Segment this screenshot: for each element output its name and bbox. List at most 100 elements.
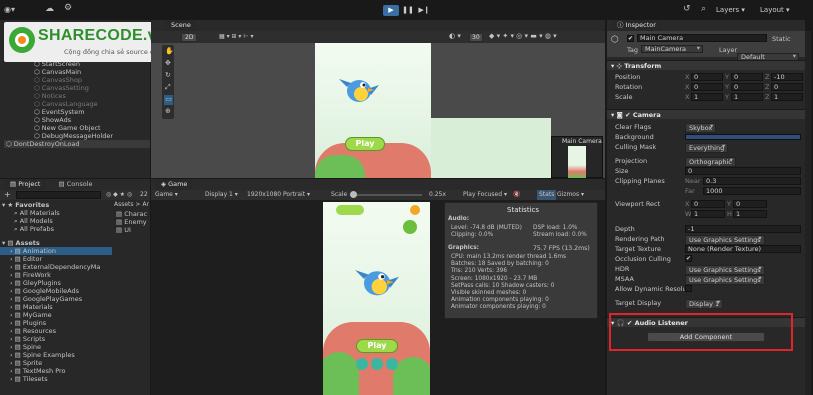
viewport-y-field[interactable]: 0 — [733, 200, 767, 208]
camera-header[interactable]: ▾ ◙ ✔ Camera — [607, 109, 805, 119]
game-screen[interactable]: Play — [323, 202, 430, 395]
game-view-select[interactable]: Game ▾ — [155, 190, 178, 200]
mute-audio-icon[interactable]: 🔇 — [513, 190, 520, 200]
favorites-item[interactable]: ⌕ All Models — [0, 217, 112, 225]
tab-scene[interactable]: Scene — [165, 20, 197, 31]
pause-button[interactable]: ❚❚ — [401, 5, 415, 16]
search-icon[interactable]: ⌕ — [701, 4, 706, 14]
hierarchy-item[interactable]: ⬡ CanvasMain — [34, 68, 150, 76]
tag-dropdown[interactable]: MainCamera — [641, 45, 703, 53]
asset-folder[interactable]: › ▤ Editor — [0, 255, 112, 263]
scale-z-field[interactable]: 1 — [771, 93, 803, 101]
position-y-field[interactable]: 0 — [731, 73, 763, 81]
create-button[interactable]: + — [4, 190, 11, 199]
asset-folder[interactable]: › ▤ Sprite — [0, 359, 112, 367]
play-button[interactable]: ▶ — [383, 5, 399, 16]
shop-round-icon[interactable] — [356, 358, 368, 370]
project-file[interactable]: ▤ Enemy — [116, 218, 150, 226]
tab-inspector[interactable]: ⓘ Inspector — [611, 20, 662, 31]
size-field[interactable]: 0 — [685, 167, 801, 175]
move-tool-icon[interactable]: ✥ — [165, 59, 171, 67]
display-select[interactable]: Display 1 ▾ — [205, 190, 238, 200]
viewport-w-field[interactable]: 1 — [691, 210, 725, 218]
scale-slider-handle[interactable] — [350, 191, 357, 198]
transform-tool-icon[interactable]: ⊕ — [165, 107, 171, 115]
hierarchy-item[interactable]: ⬡ Notices — [34, 92, 150, 100]
favorites-item[interactable]: ⌕ All Materials — [0, 209, 112, 217]
account-dropdown-icon[interactable]: ◉▾ — [4, 5, 22, 15]
gizmos-toggle[interactable]: Gizmos ▾ — [557, 190, 584, 200]
near-field[interactable]: 0.3 — [703, 177, 801, 185]
hierarchy-item[interactable]: ⬡ CanvasSetting — [34, 84, 150, 92]
favorites-header[interactable]: ▾ ★ Favorites — [0, 201, 112, 209]
asset-folder[interactable]: › ▤ TextMesh Pro — [0, 367, 112, 375]
asset-folder[interactable]: › ▤ Materials — [0, 303, 112, 311]
asset-folder[interactable]: › ▤ Resources — [0, 327, 112, 335]
depth-field[interactable]: -1 — [685, 225, 801, 233]
hierarchy-item[interactable]: ⬡ CanvasLanguage — [34, 100, 150, 108]
scale-tool-icon[interactable]: ⤢ — [165, 83, 171, 92]
object-name-field[interactable]: Main Camera — [637, 34, 767, 42]
hierarchy-item[interactable]: ⬡ New Game Object — [34, 124, 150, 132]
hierarchy-item[interactable]: ⬡ EventSystem — [34, 108, 150, 116]
scale-slider[interactable] — [350, 191, 422, 198]
scale-y-field[interactable]: 1 — [731, 93, 763, 101]
step-button[interactable]: ▶❙ — [417, 5, 431, 16]
rotation-z-field[interactable]: 0 — [771, 83, 803, 91]
occlusion-culling-checkbox[interactable]: ✔ — [685, 255, 692, 262]
asset-folder[interactable]: › ▤ FireWork — [0, 271, 112, 279]
active-checkbox[interactable]: ✔ — [627, 35, 634, 42]
tab-project[interactable]: ▤ Project — [4, 179, 47, 190]
resolution-select[interactable]: 1920x1080 Portrait ▾ — [247, 190, 310, 200]
scene-visibility-icon[interactable]: ◐ ▾ — [449, 32, 461, 40]
position-z-field[interactable]: -10 — [771, 73, 803, 81]
layout-dropdown[interactable]: Layout ▾ — [760, 6, 790, 14]
target-texture-field[interactable]: None (Render Texture) — [685, 245, 801, 253]
asset-folder[interactable]: › ▤ Spine — [0, 343, 112, 351]
project-search-input[interactable] — [16, 191, 101, 199]
asset-folder[interactable]: › ▤ ExternalDependencyMa — [0, 263, 112, 271]
static-toggle[interactable]: Static — [772, 35, 791, 43]
hierarchy-item[interactable]: ⬡ DontDestroyOnLoad — [4, 140, 150, 148]
asset-folder[interactable]: › ▤ GooglePlayGames — [0, 295, 112, 303]
inspector-scrollbar[interactable] — [805, 31, 811, 395]
viewport-h-field[interactable]: 1 — [733, 210, 767, 218]
asset-folder[interactable]: › ▤ Animation — [0, 247, 112, 255]
background-color-swatch[interactable] — [685, 134, 801, 140]
cloud-icon[interactable]: ☁ — [45, 4, 54, 14]
tab-game[interactable]: ◈ Game — [155, 179, 194, 190]
rect-tool-icon[interactable]: ▭ — [164, 95, 173, 105]
asset-folder[interactable]: › ▤ GleyPlugins — [0, 279, 112, 287]
play-focused-select[interactable]: Play Focused ▾ — [463, 190, 507, 200]
asset-folder[interactable]: › ▤ Spine Examples — [0, 351, 112, 359]
dynamic-resolution-checkbox[interactable] — [685, 285, 692, 292]
share-round-icon[interactable] — [386, 358, 398, 370]
settings-round-icon[interactable] — [371, 358, 383, 370]
favorites-item[interactable]: ⌕ All Prefabs — [0, 225, 112, 233]
rotate-tool-icon[interactable]: ↻ — [165, 71, 171, 79]
viewport-x-field[interactable]: 0 — [691, 200, 725, 208]
hierarchy-item[interactable]: ⬡ DebugMessageHolder — [34, 132, 150, 140]
stats-toggle[interactable]: Stats — [537, 190, 557, 200]
scene-canvas[interactable] — [315, 43, 431, 178]
layers-dropdown[interactable]: Layers ▾ — [716, 6, 745, 14]
project-filter-icons[interactable]: ◎ ◆ ★ ◎ — [106, 191, 132, 198]
asset-folder[interactable]: › ▤ Plugins — [0, 319, 112, 327]
hierarchy-item[interactable]: ⬡ ShowAds — [34, 116, 150, 124]
mode-2d-toggle[interactable]: 2D — [181, 33, 198, 42]
target-display-dropdown[interactable]: Display 1 — [685, 299, 724, 309]
scale-x-field[interactable]: 1 — [691, 93, 723, 101]
pause-game-icon[interactable] — [410, 205, 420, 215]
asset-folder[interactable]: › ▤ MyGame — [0, 311, 112, 319]
settings-icon[interactable]: ⚙ — [64, 3, 72, 13]
culling-mask-dropdown[interactable]: Everything — [685, 143, 729, 153]
hierarchy-item[interactable]: ⬡ CanvasShop — [34, 76, 150, 84]
asset-folder[interactable]: › ▤ Tilesets — [0, 375, 112, 383]
project-breadcrumb[interactable]: Assets > Ar — [114, 201, 149, 208]
game-play-button[interactable]: Play — [356, 339, 398, 353]
far-field[interactable]: 1000 — [703, 187, 801, 195]
draw-mode-icon[interactable]: ▦ ▾ ⊞ ▾ ⊢ ▾ — [219, 33, 254, 40]
project-file[interactable]: ▤ Charac — [116, 210, 150, 218]
rotation-x-field[interactable]: 0 — [691, 83, 723, 91]
asset-folder[interactable]: › ▤ Scripts — [0, 335, 112, 343]
